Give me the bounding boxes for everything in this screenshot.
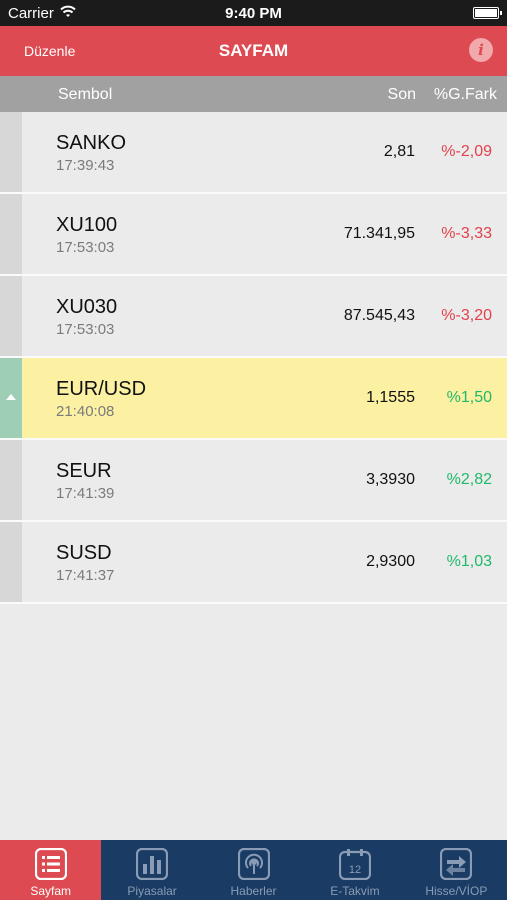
row-change: %2,82 bbox=[446, 471, 492, 488]
row-symbol: SEUR bbox=[56, 460, 112, 482]
row-symbol: SANKO bbox=[56, 132, 127, 154]
row-change: %1,50 bbox=[446, 389, 492, 406]
watchlist: SANKO 17:39:43 2,81 %-2,09 XU100 17:53:0… bbox=[0, 112, 507, 604]
table-row[interactable]: XU030 17:53:03 87.545,43 %-3,20 bbox=[0, 276, 507, 358]
row-change: %-2,09 bbox=[441, 143, 492, 160]
table-row[interactable]: EUR/USD 21:40:08 1,1555 %1,50 bbox=[0, 358, 507, 440]
column-header: Sembol Son %G.Fark bbox=[0, 76, 507, 112]
row-time: 21:40:08 bbox=[56, 403, 115, 420]
row-handle[interactable] bbox=[0, 440, 22, 520]
column-header-symbol[interactable]: Sembol bbox=[58, 86, 112, 104]
row-symbol: SUSD bbox=[56, 542, 112, 564]
bar-chart-icon bbox=[136, 848, 169, 880]
row-last-price: 1,1555 bbox=[366, 389, 415, 406]
row-time: 17:53:03 bbox=[56, 239, 115, 256]
row-time: 17:53:03 bbox=[56, 321, 115, 338]
status-bar: Carrier 9:40 PM bbox=[0, 0, 507, 26]
column-header-last[interactable]: Son bbox=[388, 86, 416, 104]
row-handle[interactable] bbox=[0, 194, 22, 274]
tab-sayfam[interactable]: Sayfam bbox=[0, 840, 102, 900]
column-header-change[interactable]: %G.Fark bbox=[434, 86, 497, 104]
tab-label: E-Takvim bbox=[330, 884, 380, 898]
row-change: %1,03 bbox=[446, 553, 492, 570]
row-change: %-3,33 bbox=[441, 225, 492, 242]
up-arrow-icon bbox=[6, 394, 16, 400]
tab-label: Haberler bbox=[230, 884, 277, 898]
row-symbol: XU030 bbox=[56, 296, 118, 318]
table-row[interactable]: SANKO 17:39:43 2,81 %-2,09 bbox=[0, 112, 507, 194]
tab-hisse-viop[interactable]: Hisse/VİOP bbox=[406, 840, 507, 900]
info-icon[interactable]: i bbox=[469, 38, 493, 62]
row-last-price: 87.545,43 bbox=[343, 307, 415, 324]
row-change: %-3,20 bbox=[441, 307, 492, 324]
clock: 9:40 PM bbox=[225, 5, 282, 22]
tab-piyasalar[interactable]: Piyasalar bbox=[101, 840, 202, 900]
row-time: 17:41:39 bbox=[56, 485, 115, 502]
exchange-icon bbox=[440, 848, 473, 880]
tab-label: Piyasalar bbox=[127, 884, 177, 898]
page-title: SAYFAM bbox=[218, 41, 289, 60]
tab-label: Sayfam bbox=[30, 884, 72, 898]
row-last-price: 2,81 bbox=[383, 143, 415, 160]
list-icon bbox=[34, 848, 67, 880]
row-last-price: 71.341,95 bbox=[343, 225, 415, 242]
row-handle[interactable] bbox=[0, 522, 22, 602]
battery-icon bbox=[473, 7, 502, 19]
table-row[interactable]: XU100 17:53:03 71.341,95 %-3,33 bbox=[0, 194, 507, 276]
row-handle[interactable] bbox=[0, 358, 22, 438]
row-time: 17:41:37 bbox=[56, 567, 115, 584]
row-handle[interactable] bbox=[0, 276, 22, 356]
row-handle[interactable] bbox=[0, 112, 22, 192]
table-row[interactable]: SUSD 17:41:37 2,9300 %1,03 bbox=[0, 522, 507, 604]
table-row[interactable]: SEUR 17:41:39 3,3930 %2,82 bbox=[0, 440, 507, 522]
nav-bar: Düzenle SAYFAM i bbox=[0, 26, 507, 76]
calendar-badge: 12 bbox=[349, 864, 361, 876]
tab-label: Hisse/VİOP bbox=[425, 884, 488, 898]
calendar-icon: 12 bbox=[338, 849, 371, 880]
row-last-price: 2,9300 bbox=[366, 553, 415, 570]
row-symbol: XU100 bbox=[56, 214, 118, 236]
row-symbol: EUR/USD bbox=[56, 378, 147, 400]
broadcast-icon bbox=[237, 848, 270, 880]
tab-e-takvim[interactable]: 12 E-Takvim bbox=[304, 840, 405, 900]
row-last-price: 3,3930 bbox=[366, 471, 415, 488]
row-time: 17:39:43 bbox=[56, 157, 115, 174]
tab-haberler[interactable]: Haberler bbox=[203, 840, 304, 900]
tab-bar: Sayfam Piyasalar Haberler 12 E-Takvim Hi… bbox=[0, 840, 507, 900]
